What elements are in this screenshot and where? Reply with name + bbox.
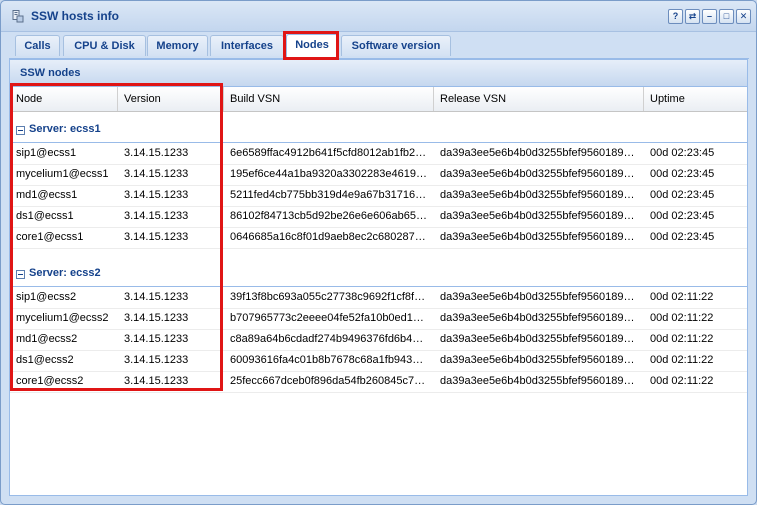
table-row[interactable]: core1@ecss2 3.14.15.1233 25fecc667dceb0f89… (10, 371, 747, 393)
column-header-node[interactable]: Node (10, 87, 118, 111)
tab-cpu-disk[interactable]: CPU & Disk (63, 35, 146, 56)
panel-title: SSW nodes (20, 67, 81, 79)
host-icon (12, 10, 24, 23)
group-row[interactable]: Server: ecss2 (10, 256, 747, 287)
table-row[interactable]: sip1@ecss2 3.14.15.1233 39f13f8bc693a055c2… (10, 287, 747, 309)
column-header-uptime[interactable]: Uptime (644, 87, 747, 111)
cell-build-vsn: c8a89a64b6cdadf274b9496376fd6b4… (230, 333, 424, 345)
cell-build-vsn: 25fecc667dceb0f896da54fb260845c7… (230, 375, 426, 387)
cell-build-vsn: 86102f84713cb5d92be26e6e606ab65… (230, 210, 427, 222)
cell-version: 3.14.15.1233 (124, 147, 189, 159)
collapse-icon[interactable] (16, 126, 25, 135)
tab-strip: Calls CPU & Disk Memory Interfaces Nodes… (9, 31, 749, 59)
tab-interfaces[interactable]: Interfaces (210, 35, 284, 56)
cell-release-vsn: da39a3ee5e6b4b0d3255bfef9560189… (440, 168, 635, 180)
cell-uptime: 00d 02:11:22 (650, 312, 714, 324)
table-row[interactable]: sip1@ecss1 3.14.15.1233 6e6589ffac4912b641… (10, 143, 747, 165)
cell-version: 3.14.15.1233 (124, 354, 189, 366)
cell-node: sip1@ecss1 (16, 147, 77, 159)
cell-build-vsn: b707965773c2eeee04fe52fa10b0ed1… (230, 312, 424, 324)
cell-release-vsn: da39a3ee5e6b4b0d3255bfef9560189… (440, 375, 635, 387)
cell-release-vsn: da39a3ee5e6b4b0d3255bfef9560189… (440, 147, 635, 159)
cell-build-vsn: 5211fed4cb775bb319d4e9a67b31716… (230, 189, 427, 201)
table-row[interactable]: ds1@ecss2 3.14.15.1233 60093616fa4c01b8b76… (10, 350, 747, 372)
cell-version: 3.14.15.1233 (124, 312, 189, 324)
group-label: Server: ecss2 (29, 267, 101, 279)
cell-release-vsn: da39a3ee5e6b4b0d3255bfef9560189… (440, 333, 635, 345)
ssw-hosts-info-window: SSW hosts info ? ⇄ – □ ✕ Calls CPU & Dis… (0, 0, 757, 505)
cell-uptime: 00d 02:11:22 (650, 375, 714, 387)
cell-build-vsn: 39f13f8bc693a055c27738c9692f1cf8f… (230, 291, 426, 303)
table-row[interactable]: ds1@ecss1 3.14.15.1233 86102f84713cb5d92be… (10, 206, 747, 228)
cell-uptime: 00d 02:23:45 (650, 231, 715, 243)
cell-version: 3.14.15.1233 (124, 210, 189, 222)
cell-uptime: 00d 02:11:22 (650, 291, 714, 303)
cell-node: core1@ecss2 (16, 375, 84, 387)
cell-version: 3.14.15.1233 (124, 168, 189, 180)
cell-build-vsn: 60093616fa4c01b8b7678c68a1fb943… (230, 354, 424, 366)
cell-uptime: 00d 02:11:22 (650, 333, 714, 345)
cell-node: mycelium1@ecss2 (16, 312, 109, 324)
cell-node: sip1@ecss2 (16, 291, 77, 303)
cell-node: md1@ecss2 (16, 333, 78, 345)
cell-node: ds1@ecss2 (16, 354, 74, 366)
cell-uptime: 00d 02:23:45 (650, 210, 715, 222)
tab-memory[interactable]: Memory (147, 35, 208, 56)
column-header-version[interactable]: Version (118, 87, 224, 111)
help-icon[interactable]: ? (668, 9, 683, 24)
cell-node: md1@ecss1 (16, 189, 78, 201)
table-row[interactable]: md1@ecss1 3.14.15.1233 5211fed4cb775bb319d… (10, 185, 747, 207)
table-row[interactable]: md1@ecss2 3.14.15.1233 c8a89a64b6cdadf274b… (10, 329, 747, 351)
maximize-icon[interactable]: □ (719, 9, 734, 24)
cell-release-vsn: da39a3ee5e6b4b0d3255bfef9560189… (440, 231, 635, 243)
table-row[interactable]: core1@ecss1 3.14.15.1233 0646685a16c8f01d9… (10, 227, 747, 249)
cell-uptime: 00d 02:23:45 (650, 168, 715, 180)
cell-uptime: 00d 02:23:45 (650, 147, 715, 159)
cell-release-vsn: da39a3ee5e6b4b0d3255bfef9560189… (440, 210, 635, 222)
cell-version: 3.14.15.1233 (124, 333, 189, 345)
column-header-release-vsn[interactable]: Release VSN (434, 87, 644, 111)
cell-node: ds1@ecss1 (16, 210, 74, 222)
tab-calls[interactable]: Calls (15, 35, 60, 56)
tab-nodes[interactable]: Nodes (286, 34, 338, 58)
window-titlebar[interactable]: SSW hosts info ? ⇄ – □ ✕ (1, 1, 756, 32)
minimize-icon[interactable]: – (702, 9, 717, 24)
cell-build-vsn: 0646685a16c8f01d9aeb8ec2c680287… (230, 231, 426, 243)
collapse-icon[interactable] (16, 270, 25, 279)
table-row[interactable]: mycelium1@ecss2 3.14.15.1233 b707965773c2e… (10, 308, 747, 330)
cell-version: 3.14.15.1233 (124, 189, 189, 201)
cell-release-vsn: da39a3ee5e6b4b0d3255bfef9560189… (440, 189, 635, 201)
cell-build-vsn: 195ef6ce44a1ba9320a3302283e4619… (230, 168, 427, 180)
cell-build-vsn: 6e6589ffac4912b641f5cfd8012ab1fb2… (230, 147, 427, 159)
cell-uptime: 00d 02:23:45 (650, 189, 715, 201)
cell-node: mycelium1@ecss1 (16, 168, 109, 180)
tab-software-version[interactable]: Software version (341, 35, 451, 56)
close-icon[interactable]: ✕ (736, 9, 751, 24)
cell-version: 3.14.15.1233 (124, 375, 189, 387)
ssw-nodes-panel: SSW nodes Node Version Build VSN Release… (9, 59, 748, 496)
cell-uptime: 00d 02:11:22 (650, 354, 714, 366)
cell-node: core1@ecss1 (16, 231, 84, 243)
refresh-icon[interactable]: ⇄ (685, 9, 700, 24)
cell-release-vsn: da39a3ee5e6b4b0d3255bfef9560189… (440, 354, 635, 366)
cell-release-vsn: da39a3ee5e6b4b0d3255bfef9560189… (440, 312, 635, 324)
window-title: SSW hosts info (31, 9, 119, 23)
group-row[interactable]: Server: ecss1 (10, 112, 747, 143)
cell-release-vsn: da39a3ee5e6b4b0d3255bfef9560189… (440, 291, 635, 303)
panel-header: SSW nodes (10, 60, 747, 87)
grid-header: Node Version Build VSN Release VSN Uptim… (10, 87, 747, 112)
group-label: Server: ecss1 (29, 123, 101, 135)
table-row[interactable]: mycelium1@ecss1 3.14.15.1233 195ef6ce44a1b… (10, 164, 747, 186)
column-header-build-vsn[interactable]: Build VSN (224, 87, 434, 111)
cell-version: 3.14.15.1233 (124, 291, 189, 303)
cell-version: 3.14.15.1233 (124, 231, 189, 243)
